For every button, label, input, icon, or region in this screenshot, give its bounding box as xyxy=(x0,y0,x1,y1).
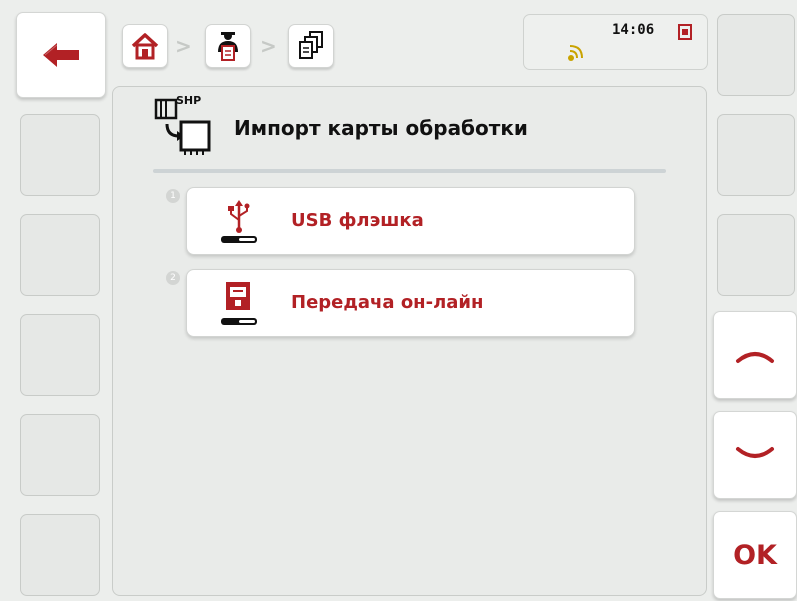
breadcrumb-separator: > xyxy=(175,34,192,58)
operator-icon xyxy=(218,32,238,61)
chevron-down-icon xyxy=(736,447,774,458)
right-softkey-empty-1 xyxy=(717,14,795,96)
breadcrumb-separator: > xyxy=(260,34,277,58)
title-divider xyxy=(153,169,666,173)
left-softkey-empty-5 xyxy=(20,514,100,596)
ok-label: OK xyxy=(733,539,777,571)
list-item-label: USB флэшка xyxy=(291,210,424,231)
item-number: 1 xyxy=(166,189,180,203)
left-softkey-empty-4 xyxy=(20,414,100,496)
right-softkey-empty-3 xyxy=(717,214,795,296)
breadcrumb-operator[interactable] xyxy=(205,24,251,68)
clock-time: 14:06 xyxy=(612,22,655,38)
scroll-up-button[interactable] xyxy=(713,311,797,399)
shp-label: SHP xyxy=(176,94,202,107)
documents-icon xyxy=(299,31,323,59)
left-softkey-empty-3 xyxy=(20,314,100,396)
back-button[interactable] xyxy=(16,12,106,98)
list-item-online-transfer[interactable]: Передача он-лайн xyxy=(186,269,635,337)
right-softkey-empty-2 xyxy=(717,114,795,196)
breadcrumb-home[interactable] xyxy=(122,24,168,68)
breadcrumb-documents[interactable] xyxy=(288,24,334,68)
item-number: 2 xyxy=(166,271,180,285)
scroll-down-button[interactable] xyxy=(713,411,797,499)
arrow-left-icon xyxy=(43,43,79,67)
gps-signal-icon xyxy=(568,45,583,61)
online-transfer-icon xyxy=(221,282,257,325)
shp-import-header-icon: SHP xyxy=(153,94,219,156)
page-title: Импорт карты обработки xyxy=(234,116,528,140)
main-content-panel xyxy=(112,86,707,596)
usb-stick-icon xyxy=(221,200,257,243)
left-softkey-empty-2 xyxy=(20,214,100,296)
home-icon xyxy=(131,33,159,60)
list-item-label: Передача он-лайн xyxy=(291,292,484,313)
left-softkey-empty-1 xyxy=(20,114,100,196)
task-document-icon xyxy=(678,24,692,40)
ok-button[interactable]: OK xyxy=(713,511,797,599)
list-item-usb-stick[interactable]: USB флэшка xyxy=(186,187,635,255)
chevron-up-icon xyxy=(736,352,774,363)
